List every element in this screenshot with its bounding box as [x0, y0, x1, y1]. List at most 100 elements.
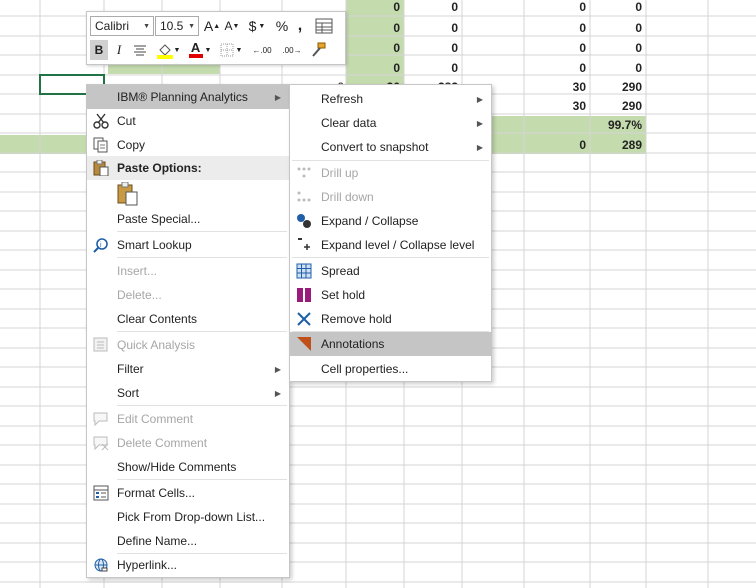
menu-item-insert[interactable]: Insert... — [87, 259, 289, 283]
menu-item-expand-level[interactable]: Expand level / Collapse level — [290, 233, 491, 257]
edit-comment-icon — [93, 412, 108, 427]
accounting-format-button[interactable]: $ ▼ — [245, 16, 269, 36]
cell-value: 0 — [579, 0, 586, 14]
planning-analytics-submenu: Refresh ▶ Clear data ▶ Convert to snapsh… — [289, 84, 492, 382]
paste-option-button[interactable] — [87, 180, 289, 210]
menu-item-cut[interactable]: Cut — [87, 109, 289, 133]
smart-lookup-icon: i — [93, 238, 108, 253]
fill-color-button[interactable]: ▼ — [153, 40, 183, 60]
percent-style-button[interactable]: % — [273, 16, 291, 36]
menu-separator — [117, 405, 287, 406]
cell-value: 0 — [635, 61, 642, 75]
menu-item-copy[interactable]: Copy — [87, 133, 289, 157]
format-painter-button[interactable] — [307, 40, 329, 60]
cell-value: 0 — [393, 21, 400, 35]
menu-item-spread[interactable]: Spread — [290, 259, 491, 283]
menu-item-label: Copy — [117, 138, 146, 152]
bold-button[interactable]: B — [90, 40, 108, 60]
menu-item-label: Filter — [117, 362, 144, 376]
menu-item-ibm-planning-analytics[interactable]: IBM® Planning Analytics ▶ — [87, 85, 289, 109]
expand-collapse-icon — [297, 214, 311, 228]
drill-down-icon — [297, 191, 311, 202]
menu-item-clear-data[interactable]: Clear data ▶ — [290, 111, 491, 135]
menu-item-convert-to-snapshot[interactable]: Convert to snapshot ▶ — [290, 135, 491, 159]
align-center-button[interactable] — [131, 40, 149, 60]
menu-item-expand-collapse[interactable]: Expand / Collapse — [290, 209, 491, 233]
borders-button[interactable]: ▼ — [217, 40, 245, 60]
menu-item-label: Refresh — [321, 92, 364, 106]
menu-item-label: Expand level / Collapse level — [321, 238, 475, 252]
format-painter-icon — [312, 42, 326, 57]
font-size-select[interactable]: 10.5 ▼ — [155, 16, 199, 36]
decrease-decimal-button[interactable]: .00→ — [279, 40, 305, 60]
menu-item-filter[interactable]: Filter ▶ — [87, 357, 289, 381]
menu-item-label: Cell properties... — [321, 362, 409, 376]
cell-value: 0 — [393, 0, 400, 14]
menu-item-refresh[interactable]: Refresh ▶ — [290, 87, 491, 111]
menu-item-label: Insert... — [117, 264, 158, 278]
shrink-font-button[interactable]: A ▼ — [223, 16, 241, 36]
drill-up-icon — [297, 167, 311, 178]
font-color-button[interactable]: A ▼ — [187, 40, 213, 60]
increase-decimal-button[interactable]: ←.00 — [249, 40, 275, 60]
menu-item-label: Delete Comment — [117, 436, 208, 450]
menu-item-drill-down[interactable]: Drill down — [290, 185, 491, 209]
menu-item-format-cells[interactable]: Format Cells... — [87, 481, 289, 505]
menu-item-label: Drill up — [321, 166, 359, 180]
remove-hold-icon — [297, 312, 311, 326]
comma-style-button[interactable]: , — [293, 16, 307, 36]
menu-separator — [117, 331, 287, 332]
menu-item-clear-contents[interactable]: Clear Contents — [87, 307, 289, 331]
italic-button[interactable]: I — [111, 40, 127, 60]
cell-value: 99.7% — [607, 118, 642, 132]
menu-item-sort[interactable]: Sort ▶ — [87, 381, 289, 405]
cell-value: 0 — [451, 61, 458, 75]
font-name-value: Calibri — [95, 19, 130, 33]
cell-value: 289 — [621, 138, 642, 152]
chevron-right-icon: ▶ — [274, 92, 281, 102]
menu-item-label: Pick From Drop-down List... — [117, 510, 266, 524]
cell-value: 290 — [621, 80, 642, 94]
menu-item-quick-analysis[interactable]: Quick Analysis — [87, 333, 289, 357]
menu-item-paste-special[interactable]: Paste Special... — [87, 207, 289, 231]
cell-value: 0 — [451, 0, 458, 14]
paste-clipboard-icon — [117, 182, 138, 206]
cell-value: 290 — [621, 99, 642, 113]
grow-font-button[interactable]: A ▲ — [203, 16, 221, 36]
menu-item-label: Edit Comment — [117, 412, 194, 426]
menu-item-show-hide-comments[interactable]: Show/Hide Comments — [87, 455, 289, 479]
cell-value: 0 — [393, 61, 400, 75]
format-cells-icon — [93, 485, 109, 501]
menu-item-cell-properties[interactable]: Cell properties... — [290, 357, 491, 381]
menu-item-label: Clear data — [321, 116, 377, 130]
format-table-button[interactable] — [313, 16, 335, 36]
align-center-icon — [134, 45, 146, 56]
cell-value: 0 — [635, 41, 642, 55]
menu-item-pick-from-dropdown[interactable]: Pick From Drop-down List... — [87, 505, 289, 529]
menu-item-smart-lookup[interactable]: i Smart Lookup — [87, 233, 289, 257]
table-icon — [315, 18, 333, 34]
menu-item-define-name[interactable]: Define Name... — [87, 529, 289, 553]
scissors-icon — [93, 113, 109, 129]
quick-analysis-icon — [93, 337, 108, 352]
cell-value: 0 — [579, 138, 586, 152]
font-name-select[interactable]: Calibri ▼ — [90, 16, 154, 36]
menu-item-label: Set hold — [321, 288, 366, 302]
menu-item-edit-comment[interactable]: Edit Comment — [87, 407, 289, 431]
menu-item-drill-up[interactable]: Drill up — [290, 161, 491, 185]
menu-item-annotations[interactable]: Annotations — [290, 332, 491, 356]
menu-item-delete-comment[interactable]: Delete Comment — [87, 431, 289, 455]
chevron-down-icon: ▼ — [188, 22, 195, 30]
cell-value: 0 — [451, 41, 458, 55]
menu-item-delete[interactable]: Delete... — [87, 283, 289, 307]
menu-item-set-hold[interactable]: Set hold — [290, 283, 491, 307]
menu-item-label: Format Cells... — [117, 486, 196, 500]
menu-item-hyperlink[interactable]: Hyperlink... — [87, 553, 289, 577]
menu-item-label: Drill down — [321, 190, 374, 204]
menu-item-remove-hold[interactable]: Remove hold — [290, 307, 491, 331]
menu-item-label: Paste Special... — [117, 212, 201, 226]
menu-item-label: Cut — [117, 114, 136, 128]
copy-icon — [93, 137, 108, 153]
cell-value: 0 — [451, 21, 458, 35]
expand-level-icon — [298, 238, 310, 250]
